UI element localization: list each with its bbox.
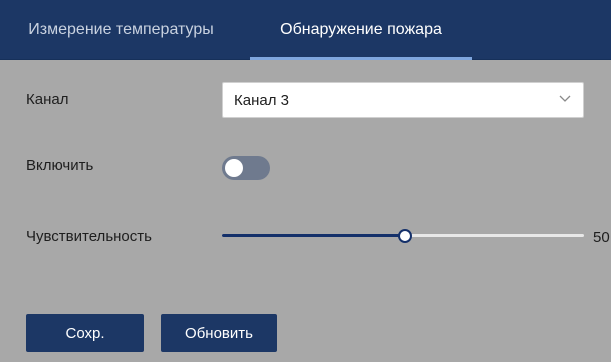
slider-fill: [222, 234, 405, 237]
save-button[interactable]: Сохр.: [26, 314, 144, 352]
fire-detection-page: Измерение температуры Обнаружение пожара…: [0, 0, 611, 362]
tab-bar: Измерение температуры Обнаружение пожара: [0, 0, 611, 60]
sensitivity-slider[interactable]: [222, 226, 584, 246]
enable-toggle[interactable]: [222, 156, 270, 180]
slider-handle[interactable]: [398, 229, 412, 243]
toggle-knob: [225, 159, 243, 177]
tab-temperature-measurement[interactable]: Измерение температуры: [10, 0, 232, 60]
sensitivity-label: Чувствительность: [26, 228, 152, 245]
active-tab-indicator: [250, 57, 472, 60]
channel-select-value: Канал 3: [234, 92, 289, 109]
channel-label: Канал: [26, 91, 69, 108]
channel-select[interactable]: Канал 3: [222, 82, 584, 118]
tab-fire-detection[interactable]: Обнаружение пожара: [250, 0, 472, 60]
refresh-button[interactable]: Обновить: [161, 314, 277, 352]
enable-label: Включить: [26, 157, 94, 174]
chevron-down-icon: [559, 95, 571, 102]
sensitivity-value: 50: [593, 229, 610, 246]
